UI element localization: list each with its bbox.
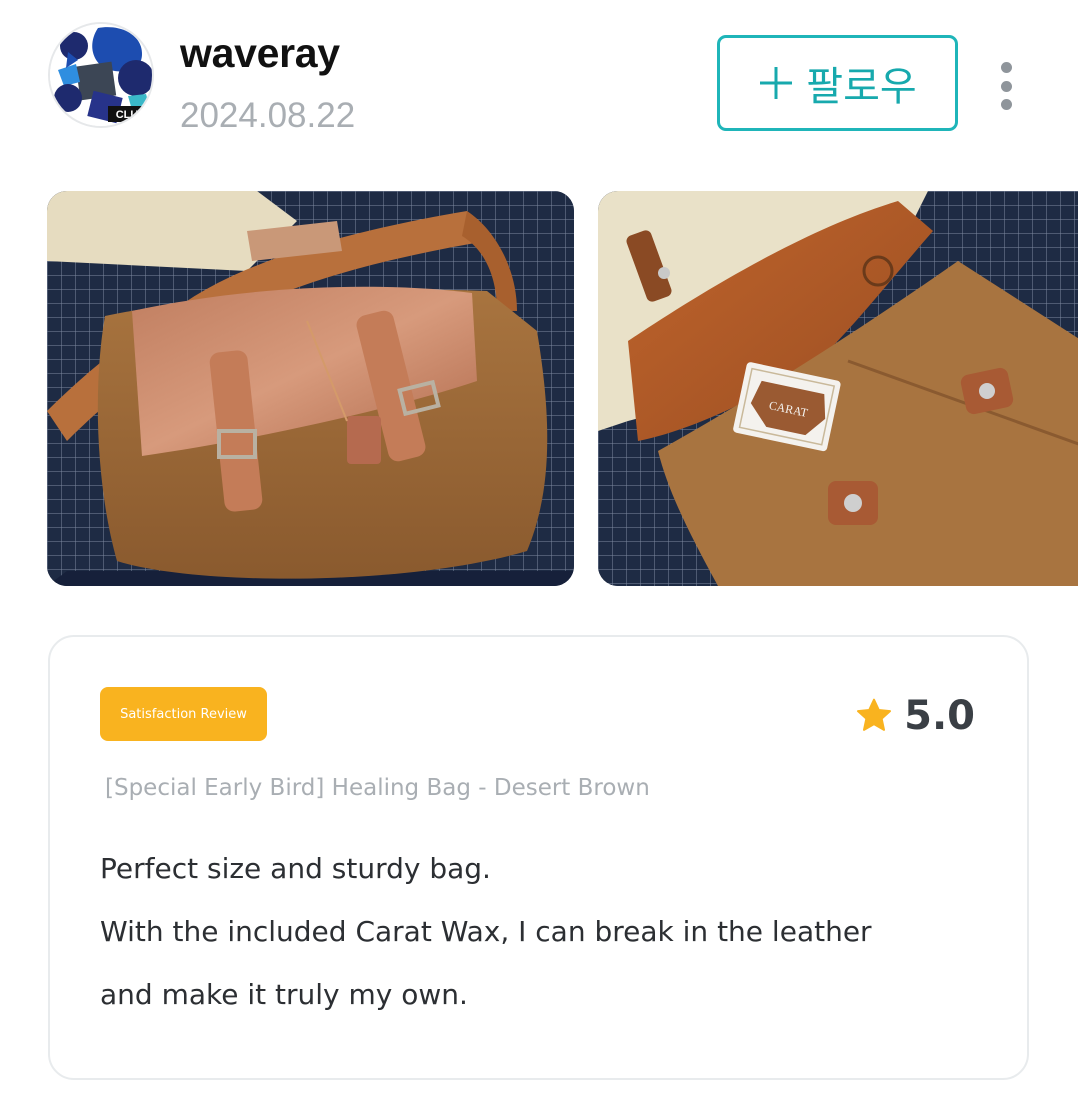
product-name[interactable]: [Special Early Bird] Healing Bag - Deser… (105, 775, 650, 801)
more-vertical-icon-dot-2 (1000, 80, 1012, 92)
review-photo-1[interactable] (47, 191, 574, 586)
review-line: With the included Carat Wax, I can break… (100, 915, 872, 948)
bag-photo-open-with-wax: CARAT (598, 191, 1078, 586)
more-options-button[interactable] (990, 62, 1022, 110)
post-date: 2024.08.22 (180, 96, 356, 135)
review-card: Satisfaction Review 5.0 [Special Early B… (48, 635, 1029, 1080)
bag-photo-front (47, 191, 574, 586)
review-text: Perfect size and sturdy bag. With the in… (100, 849, 960, 1038)
username[interactable]: waveray (180, 30, 340, 77)
more-vertical-icon-dot-3 (1000, 99, 1012, 110)
plus-icon (760, 67, 793, 99)
review-photo-2[interactable]: CARAT (598, 191, 1078, 586)
satisfaction-review-badge: Satisfaction Review (100, 687, 267, 741)
avatar[interactable]: CLUB (48, 22, 154, 128)
rating-value: 5.0 (904, 693, 975, 739)
follow-label: 팔로우 (806, 64, 917, 110)
avatar-image: CLUB (50, 24, 152, 126)
review-post: CLUB waveray 2024.08.22 팔로우 CARAT Satisf… (0, 0, 1078, 1101)
review-line: and make it truly my own. (100, 978, 468, 1011)
follow-button[interactable]: 팔로우 (717, 35, 958, 131)
rating: 5.0 (854, 693, 975, 739)
star-icon (857, 698, 892, 731)
more-vertical-icon (1000, 62, 1012, 73)
avatar-badge: CLUB (116, 109, 147, 121)
review-line: Perfect size and sturdy bag. (100, 852, 491, 885)
